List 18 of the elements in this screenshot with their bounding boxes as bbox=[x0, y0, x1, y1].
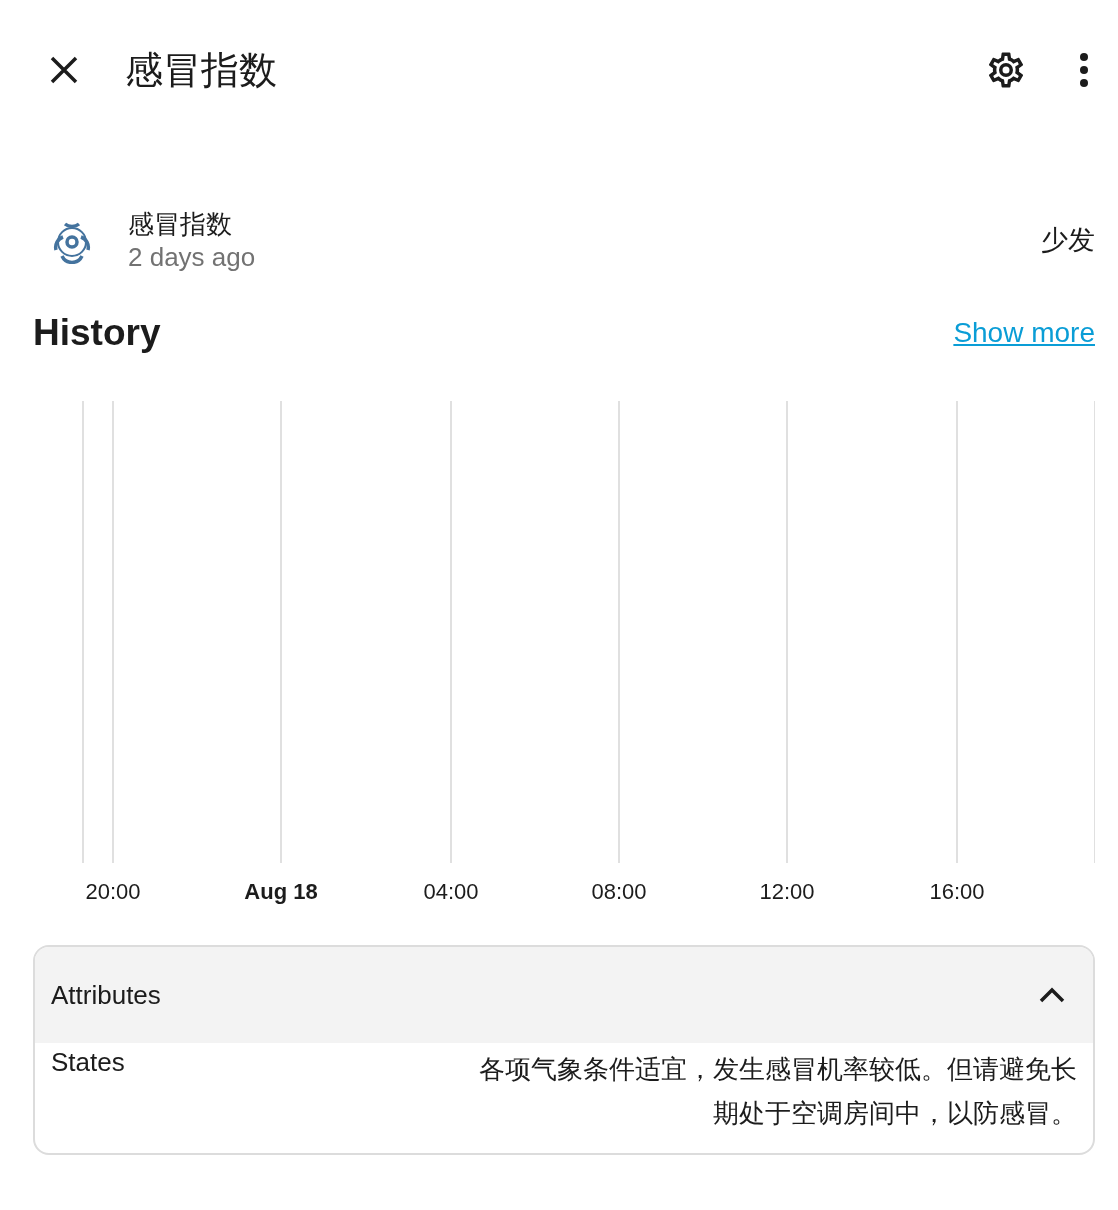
close-icon bbox=[49, 55, 79, 85]
axis-label: 04:00 bbox=[423, 879, 479, 905]
last-changed-text: 2 days ago bbox=[128, 242, 257, 273]
dialog-title: 感冒指数 bbox=[125, 47, 278, 93]
axis-label: 20:00 bbox=[85, 879, 141, 905]
chevron-icon bbox=[1039, 987, 1065, 1003]
axis-label: 12:00 bbox=[759, 879, 815, 905]
axis-label: 08:00 bbox=[591, 879, 647, 905]
more-icon bbox=[1079, 53, 1089, 87]
attributes-header[interactable]: Attributes bbox=[35, 947, 1093, 1043]
attribute-name: States bbox=[51, 1047, 125, 1079]
attribute-value: 各项气象条件适宜，发生感冒机率较低。但请避免长期处于空调房间中，以防感冒。 bbox=[478, 1053, 1077, 1130]
history-title: History bbox=[33, 312, 161, 354]
attributes-title: Attributes bbox=[51, 979, 161, 1011]
axis-label: 16:00 bbox=[929, 879, 985, 905]
entity-state: 少发 bbox=[1041, 224, 1095, 257]
axis-label: Aug 18 bbox=[244, 879, 318, 905]
entity-name: 感冒指数 bbox=[128, 208, 233, 241]
